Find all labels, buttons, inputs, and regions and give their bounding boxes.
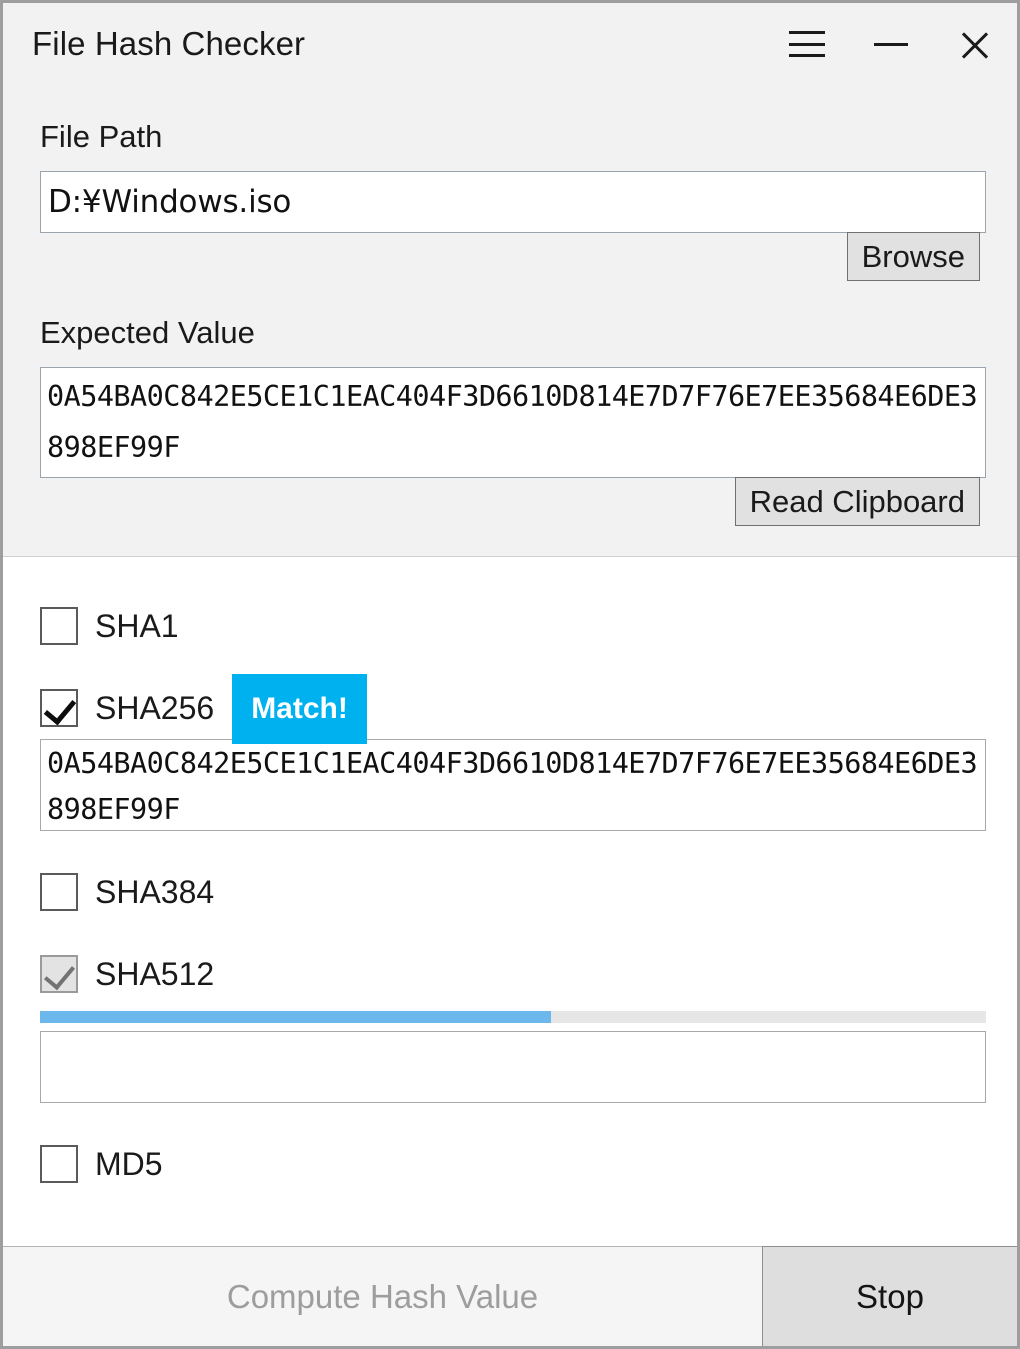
action-bar: Compute Hash Value Stop <box>3 1246 1017 1346</box>
progress-bar-sha512 <box>40 1011 986 1023</box>
window-title: File Hash Checker <box>32 25 306 62</box>
checkbox-sha384[interactable] <box>40 873 78 911</box>
checkbox-md5[interactable] <box>40 1145 78 1183</box>
panel-spacer <box>40 526 980 556</box>
close-icon <box>958 27 992 61</box>
label-sha1: SHA1 <box>95 607 179 644</box>
result-sha256[interactable]: 0A54BA0C842E5CE1C1EAC404F3D6610D814E7D7F… <box>40 739 986 831</box>
close-button[interactable] <box>933 3 1017 85</box>
title-bar: File Hash Checker <box>3 3 1017 85</box>
browse-button-row: Browse <box>40 232 980 281</box>
minimize-icon <box>874 42 908 46</box>
algorithm-row-sha512[interactable]: SHA512 <box>40 951 980 997</box>
stop-button[interactable]: Stop <box>762 1246 1017 1346</box>
input-panel: File Path D:¥Windows.iso Browse Expected… <box>3 85 1017 556</box>
browse-button[interactable]: Browse <box>846 232 980 281</box>
algorithm-row-sha256[interactable]: SHA256 Match! <box>40 674 980 744</box>
label-sha512: SHA512 <box>95 955 215 992</box>
algorithm-list: SHA1 SHA256 Match! 0A54BA0C842E5CE1C1EAC… <box>3 556 1017 1246</box>
progress-bar-fill <box>40 1011 551 1023</box>
read-clipboard-button[interactable]: Read Clipboard <box>734 477 980 526</box>
menu-button[interactable] <box>765 3 849 85</box>
label-sha256: SHA256 <box>95 689 215 726</box>
checkbox-sha512[interactable] <box>40 955 78 993</box>
expected-value-label: Expected Value <box>40 315 255 350</box>
result-sha512[interactable] <box>40 1031 986 1103</box>
minimize-button[interactable] <box>849 3 933 85</box>
file-path-label: File Path <box>40 119 163 154</box>
checkbox-sha1[interactable] <box>40 607 78 645</box>
algorithm-row-md5[interactable]: MD5 <box>40 1141 980 1187</box>
label-md5: MD5 <box>95 1145 163 1182</box>
status-badge-sha256: Match! <box>232 674 367 744</box>
app-window: File Hash Checker File Path D:¥Windows.i… <box>0 0 1020 1349</box>
compute-hash-button[interactable]: Compute Hash Value <box>3 1247 762 1346</box>
algorithm-row-sha1[interactable]: SHA1 <box>40 603 980 649</box>
expected-value-input[interactable]: 0A54BA0C842E5CE1C1EAC404F3D6610D814E7D7F… <box>40 367 986 478</box>
hamburger-icon <box>789 31 825 57</box>
file-path-input[interactable]: D:¥Windows.iso <box>40 171 986 233</box>
label-sha384: SHA384 <box>95 873 215 910</box>
caption-button-group <box>765 3 1017 85</box>
read-clipboard-button-row: Read Clipboard <box>40 477 980 526</box>
algorithm-row-sha384[interactable]: SHA384 <box>40 869 980 915</box>
checkbox-sha256[interactable] <box>40 689 78 727</box>
